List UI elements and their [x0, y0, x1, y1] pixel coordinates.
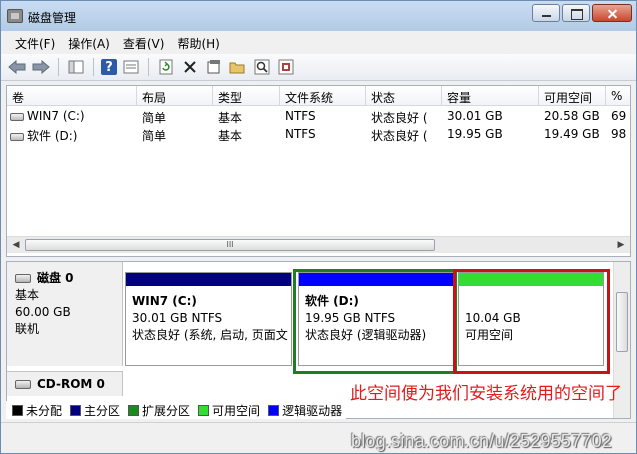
disk-management-window: 磁盘管理 文件(F) 操作(A) 查看(V) 帮助(H) ? 卷 布局 类型 文… — [0, 0, 637, 454]
minimize-button[interactable] — [532, 4, 560, 22]
volume-list-header: 卷 布局 类型 文件系统 状态 容量 可用空间 % — [7, 86, 630, 106]
horizontal-scroll-thumb[interactable]: III — [25, 239, 435, 251]
column-header-type[interactable]: 类型 — [213, 86, 280, 106]
legend-item: 主分区 — [70, 402, 120, 419]
menu-view[interactable]: 查看(V) — [117, 32, 172, 54]
column-header-percent-free[interactable]: % — [606, 86, 630, 106]
disk-name: 磁盘 0 — [37, 271, 74, 285]
capacity-cell: 30.01 GB — [447, 109, 503, 123]
volume-name-cell: 软件 (D:) — [7, 125, 137, 143]
legend: 未分配 主分区 扩展分区 可用空间 逻辑驱动器 — [6, 401, 346, 419]
cdrom-name: CD-ROM 0 — [37, 377, 105, 391]
drive-icon — [10, 132, 24, 141]
menu-action[interactable]: 操作(A) — [62, 32, 117, 54]
column-header-filesystem[interactable]: 文件系统 — [280, 86, 366, 106]
disk-size: 60.00 GB — [15, 305, 71, 319]
drive-icon — [10, 112, 24, 121]
search-icon[interactable] — [252, 57, 272, 77]
toolbar-separator — [58, 58, 59, 76]
window-title: 磁盘管理 — [28, 11, 77, 25]
annotation-text: 此空间便为我们安装系统用的空间了 — [350, 384, 622, 404]
disk-type: 基本 — [15, 288, 40, 302]
legend-item: 未分配 — [12, 402, 62, 419]
column-header-volume[interactable]: 卷 — [7, 86, 137, 106]
menu-help[interactable]: 帮助(H) — [171, 32, 226, 54]
layout-cell: 简单 — [142, 129, 167, 143]
filesystem-cell: NTFS — [285, 109, 316, 123]
legend-swatch — [268, 404, 280, 416]
caption-buttons — [532, 4, 632, 22]
watermark: blog.sina.com.cn/u/2529557702 — [351, 431, 612, 451]
close-button[interactable] — [592, 4, 632, 22]
extended-partition-highlight — [293, 269, 457, 374]
disk-state: 联机 — [15, 322, 40, 336]
free-space-cell: 20.58 GB — [544, 109, 600, 123]
column-header-status[interactable]: 状态 — [366, 86, 442, 106]
disk-management-icon — [7, 9, 23, 23]
partition-c[interactable]: WIN7 (C:) 30.01 GB NTFS 状态良好 (系统, 启动, 页面… — [125, 272, 292, 366]
scroll-left-icon[interactable]: ◀ — [11, 240, 21, 250]
partition-status: 状态良好 (系统, 启动, 页面文 — [132, 328, 288, 342]
vertical-scroll-thumb[interactable] — [616, 292, 628, 352]
legend-swatch — [198, 404, 210, 416]
legend-item: 逻辑驱动器 — [268, 402, 342, 419]
toolbar: ? — [1, 54, 636, 81]
legend-swatch — [12, 404, 23, 416]
help-icon[interactable]: ? — [101, 59, 117, 75]
free-space-cell: 19.49 GB — [544, 127, 600, 141]
maximize-button[interactable] — [562, 4, 590, 22]
cdrom-icon — [15, 380, 31, 389]
disk-0-label[interactable]: 磁盘 0 基本 60.00 GB 联机 — [7, 262, 123, 366]
status-cell: 状态良好 ( — [371, 129, 428, 143]
type-cell: 基本 — [218, 111, 243, 125]
toolbar-separator — [93, 58, 94, 76]
capacity-cell: 19.95 GB — [447, 127, 503, 141]
partition-size: 30.01 GB NTFS — [132, 311, 223, 325]
delete-icon[interactable] — [180, 57, 200, 77]
percent-free-cell: 69 — [611, 109, 627, 123]
partition-color-bar — [126, 273, 291, 286]
hard-disk-icon — [15, 274, 31, 283]
legend-swatch — [70, 404, 82, 416]
volume-list: 卷 布局 类型 文件系统 状态 容量 可用空间 % WIN7 (C:) 简单 基… — [6, 85, 631, 257]
legend-item: 可用空间 — [198, 402, 260, 419]
properties-sheet-icon[interactable] — [204, 57, 224, 77]
type-cell: 基本 — [218, 129, 243, 143]
menu-file[interactable]: 文件(F) — [9, 32, 62, 54]
table-row[interactable]: WIN7 (C:) 简单 基本 NTFS 状态良好 ( 30.01 GB 20.… — [7, 107, 630, 125]
volume-name-cell: WIN7 (C:) — [7, 107, 137, 125]
percent-free-cell: 98 — [611, 127, 627, 141]
title-bar: 磁盘管理 — [1, 1, 636, 31]
console-tree-icon[interactable] — [66, 57, 86, 77]
legend-item: 扩展分区 — [128, 402, 190, 419]
legend-swatch — [128, 404, 140, 416]
layout-cell: 简单 — [142, 111, 167, 125]
column-header-capacity[interactable]: 容量 — [442, 86, 539, 106]
forward-arrow-icon[interactable] — [31, 57, 51, 77]
cdrom-0-label[interactable]: CD-ROM 0 — [7, 371, 123, 396]
table-row[interactable]: 软件 (D:) 简单 基本 NTFS 状态良好 ( 19.95 GB 19.49… — [7, 125, 630, 143]
filesystem-cell: NTFS — [285, 127, 316, 141]
free-space-highlight — [453, 269, 610, 374]
refresh-icon[interactable] — [156, 57, 176, 77]
settings-icon[interactable] — [276, 57, 296, 77]
column-header-free-space[interactable]: 可用空间 — [539, 86, 606, 106]
toolbar-separator — [148, 58, 149, 76]
scroll-right-icon[interactable]: ▶ — [616, 240, 626, 250]
column-header-layout[interactable]: 布局 — [137, 86, 213, 106]
horizontal-scrollbar[interactable]: ◀ III ▶ — [7, 236, 630, 253]
menu-bar: 文件(F) 操作(A) 查看(V) 帮助(H) — [1, 32, 636, 54]
properties-icon[interactable] — [121, 57, 141, 77]
status-cell: 状态良好 ( — [371, 111, 428, 125]
back-arrow-icon[interactable] — [7, 57, 27, 77]
open-folder-icon[interactable] — [228, 57, 248, 77]
partition-title: WIN7 (C:) — [132, 294, 197, 308]
